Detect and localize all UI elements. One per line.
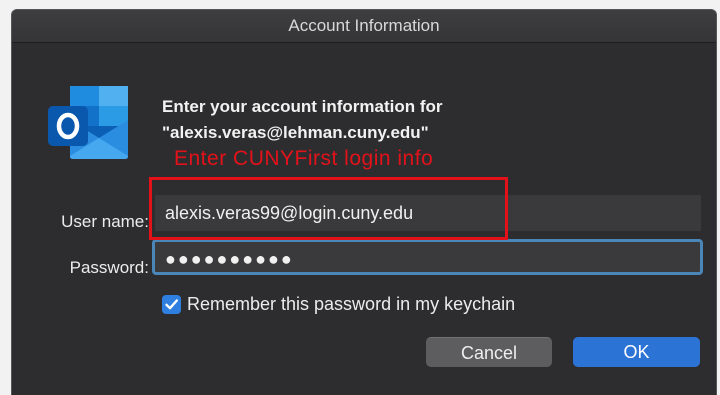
checkmark-icon [165, 299, 178, 310]
username-field[interactable]: alexis.veras99@login.cuny.edu [155, 195, 701, 231]
red-annotation-text: Enter CUNYFirst login info [174, 147, 434, 170]
remember-password-checkbox[interactable] [162, 295, 181, 314]
account-prompt: Enter your account information for "alex… [162, 94, 443, 146]
password-label: Password: [69, 258, 149, 277]
account-information-dialog: Account Information Enter your account i… [11, 9, 717, 395]
remember-password-label[interactable]: Remember this password in my keychain [187, 294, 515, 315]
account-email: "alexis.veras@lehman.cuny.edu" [162, 123, 429, 142]
account-prompt-line1: Enter your account information for [162, 97, 443, 116]
outlook-icon [46, 84, 134, 160]
password-field[interactable]: ●●●●●●●●●● [152, 239, 703, 275]
username-label: User name: [61, 212, 149, 231]
cancel-button[interactable]: Cancel [426, 337, 552, 367]
dialog-title: Account Information [12, 10, 716, 43]
ok-button[interactable]: OK [573, 337, 700, 367]
